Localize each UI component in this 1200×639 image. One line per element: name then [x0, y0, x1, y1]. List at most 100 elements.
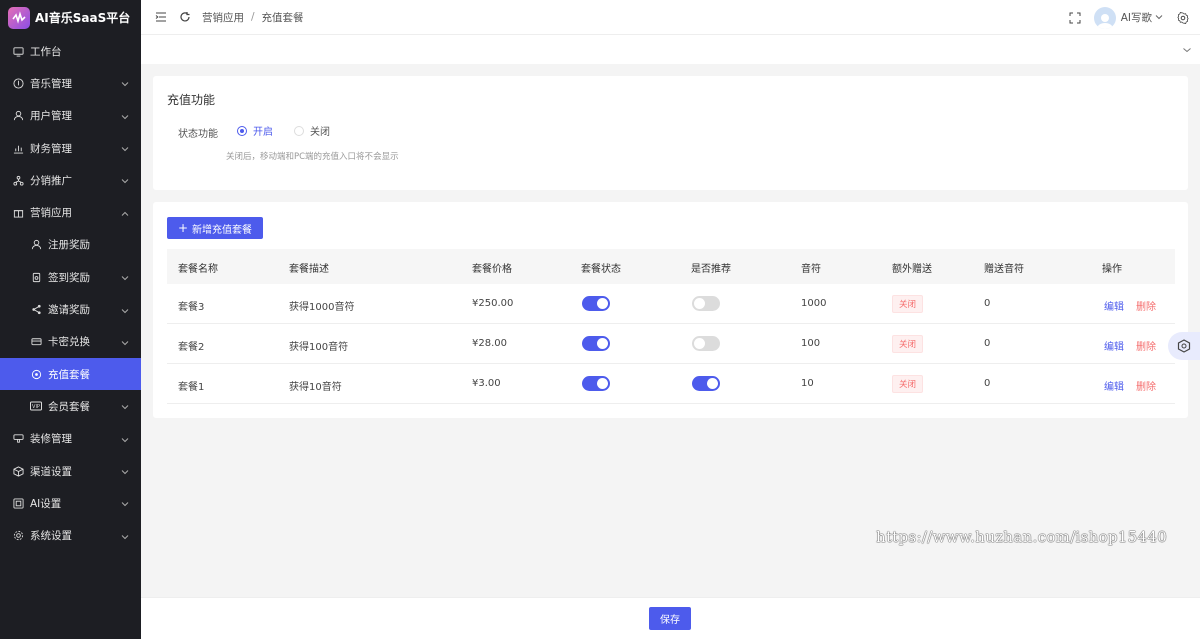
refresh-icon[interactable] [178, 10, 192, 24]
package-price: ¥28.00 [472, 338, 507, 349]
share-icon [30, 304, 42, 316]
add-package-button[interactable]: + 新增充值套餐 [167, 217, 263, 239]
notes-value: 1000 [801, 298, 827, 309]
sidebar-item-card-redeem[interactable]: 卡密兑换 [0, 326, 141, 358]
radio-label: 开启 [253, 127, 273, 138]
status-toggle[interactable] [582, 376, 610, 391]
sidebar-item-label: 签到奖励 [48, 271, 90, 284]
column-header: 是否推荐 [691, 264, 731, 275]
sidebar-item-users[interactable]: 用户管理 [0, 100, 141, 132]
chart-icon [12, 142, 24, 154]
sidebar-item-label: 系统设置 [30, 530, 72, 543]
sidebar-item-label: 注册奖励 [48, 239, 90, 252]
edit-link[interactable]: 编辑 [1104, 378, 1124, 393]
breadcrumb: 营销应用 / 充值套餐 [202, 10, 304, 25]
status-toggle[interactable] [582, 296, 610, 311]
package-price: ¥250.00 [472, 298, 514, 309]
breadcrumb-current: 充值套餐 [261, 11, 304, 24]
footer-bar: 保存 [141, 597, 1200, 639]
vip-icon: VIP [30, 400, 42, 412]
radio-on[interactable]: 开启 [237, 123, 273, 138]
chevron-down-icon [121, 176, 129, 188]
sidebar-item-decoration[interactable]: 装修管理 [0, 423, 141, 455]
sidebar-item-music[interactable]: 音乐管理 [0, 67, 141, 99]
avatar[interactable] [1093, 6, 1116, 29]
watermark: https://www.huzhan.com/ishop15440 [876, 528, 1168, 546]
header-actions: AI写歌 [1068, 0, 1190, 35]
chevron-down-icon [121, 273, 129, 285]
chevron-down-icon [121, 112, 129, 124]
recommend-toggle[interactable] [692, 296, 720, 311]
sidebar-item-finance[interactable]: 财务管理 [0, 132, 141, 164]
sidebar-item-system-settings[interactable]: 系统设置 [0, 519, 141, 551]
add-package-label: 新增充值套餐 [192, 224, 253, 236]
sidebar-item-checkin-reward[interactable]: 签到奖励 [0, 261, 141, 293]
column-header: 额外赠送 [892, 264, 932, 275]
status-toggle[interactable] [582, 336, 610, 351]
sidebar-item-channel[interactable]: 渠道设置 [0, 455, 141, 487]
extra-gift-badge: 关闭 [892, 375, 924, 393]
sidebar-item-recharge-package[interactable]: 充值套餐 [0, 357, 141, 391]
floating-helper-button[interactable] [1168, 332, 1200, 360]
delete-link[interactable]: 删除 [1136, 298, 1156, 313]
chevron-down-icon [121, 499, 129, 511]
status-label: 状态功能 [178, 129, 218, 140]
sidebar-item-label: 充值套餐 [48, 368, 90, 381]
chevron-up-icon [121, 209, 129, 221]
plus-icon: + [177, 221, 189, 235]
sidebar-item-label: 渠道设置 [30, 465, 72, 478]
badge-icon [30, 271, 42, 283]
network-icon [12, 174, 24, 186]
radio-label: 关闭 [310, 127, 330, 138]
recommend-toggle[interactable] [692, 376, 720, 391]
settings-icon[interactable] [1176, 11, 1190, 25]
package-price: ¥3.00 [472, 378, 501, 389]
sidebar-item-distribution[interactable]: 分销推广 [0, 164, 141, 196]
sidebar-item-ai-settings[interactable]: AI设置 [0, 487, 141, 519]
table-row: 套餐1 获得10音符 ¥3.00 10 关闭 0 编辑 删除 [167, 364, 1175, 404]
sidebar-item-vip-package[interactable]: VIP 会员套餐 [0, 390, 141, 422]
user-name[interactable]: AI写歌 [1121, 10, 1152, 25]
chevron-down-icon [121, 79, 129, 91]
edit-link[interactable]: 编辑 [1104, 338, 1124, 353]
sidebar-item-register-reward[interactable]: 注册奖励 [0, 229, 141, 261]
package-name: 套餐2 [178, 342, 205, 353]
breadcrumb-item[interactable]: 营销应用 [202, 10, 244, 25]
radio-checked-icon [237, 125, 247, 136]
ai-icon [12, 497, 24, 509]
column-header: 套餐价格 [472, 264, 512, 275]
chevron-down-icon[interactable] [1182, 45, 1192, 58]
brush-icon [12, 433, 24, 445]
recommend-toggle[interactable] [692, 336, 720, 351]
sidebar-item-label: 音乐管理 [30, 77, 72, 90]
fullscreen-icon[interactable] [1068, 11, 1082, 25]
edit-link[interactable]: 编辑 [1104, 298, 1124, 313]
sidebar-item-label: 财务管理 [30, 142, 72, 155]
sidebar-item-workbench[interactable]: 工作台 [0, 35, 141, 67]
sidebar-item-label: 装修管理 [30, 433, 72, 446]
delete-link[interactable]: 删除 [1136, 338, 1156, 353]
user-icon [30, 239, 42, 251]
extra-gift-badge: 关闭 [892, 295, 924, 313]
column-header: 套餐状态 [581, 264, 621, 275]
chevron-down-icon [121, 144, 129, 156]
sidebar-item-label: 工作台 [30, 45, 62, 58]
sidebar-item-label: 会员套餐 [48, 400, 90, 413]
column-header: 音符 [801, 264, 821, 275]
chevron-down-icon[interactable] [1155, 11, 1163, 24]
sidebar-item-invite-reward[interactable]: 邀请奖励 [0, 293, 141, 325]
radio-off[interactable]: 关闭 [294, 123, 330, 138]
sidebar: AI音乐SaaS平台 工作台 音乐管理 用户管理 财务管理 分销推广 营销应用 … [0, 0, 141, 639]
sidebar-item-marketing[interactable]: 营销应用 [0, 196, 141, 228]
gift-notes-value: 0 [984, 298, 991, 309]
delete-link[interactable]: 删除 [1136, 378, 1156, 393]
coin-icon [30, 368, 42, 380]
sidebar-item-label: 营销应用 [30, 207, 72, 220]
column-header: 套餐名称 [178, 264, 218, 275]
packages-card: + 新增充值套餐 套餐名称 套餐描述 套餐价格 套餐状态 是否推荐 音符 额外赠… [153, 202, 1188, 418]
menu-fold-icon[interactable] [154, 10, 168, 24]
save-button[interactable]: 保存 [649, 607, 691, 630]
chevron-down-icon [121, 338, 129, 350]
column-header: 操作 [1102, 264, 1122, 275]
sidebar-item-label: 分销推广 [30, 174, 72, 187]
